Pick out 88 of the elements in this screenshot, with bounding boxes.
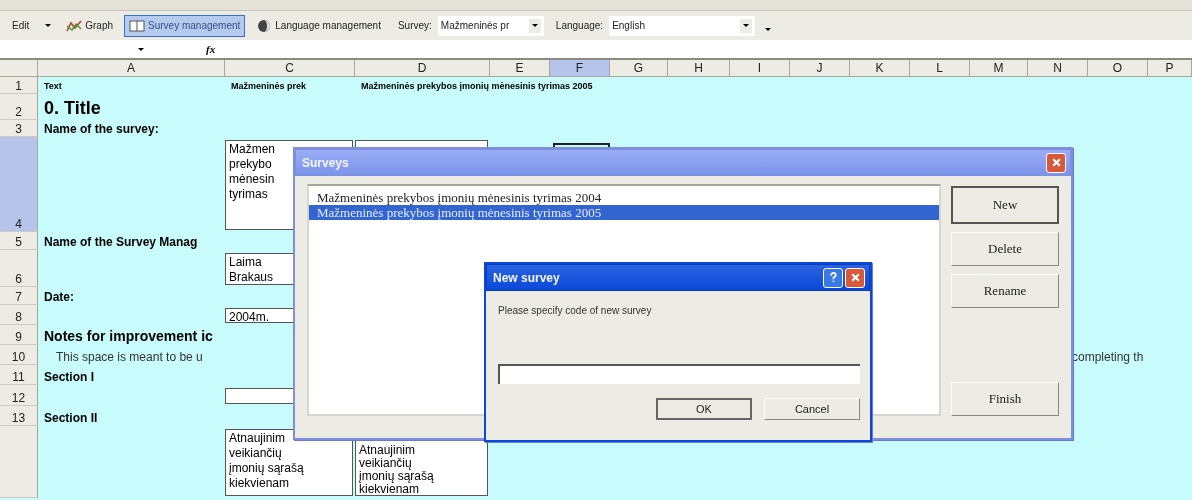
graph-button[interactable]: Graph [61,14,119,37]
caret-icon[interactable] [138,47,144,51]
cell-text: kiekvienam [229,476,290,491]
language-dropdown[interactable]: English [609,15,756,36]
cell-text: Name of the Survey Manag [43,234,199,250]
function-label[interactable]: fx [206,43,216,55]
combo-label: Survey: [397,20,432,31]
column-header[interactable]: I [730,60,790,77]
cell-text: veikiančių [229,446,282,461]
row-header[interactable]: 5 [0,232,38,250]
row-header[interactable]: 6 [0,250,38,287]
cancel-button[interactable]: Cancel [764,398,860,420]
row-header[interactable]: 11 [0,365,38,385]
cell-text: Section I [43,369,95,385]
cell-text: Text [43,80,63,93]
survey-management-button[interactable]: Survey management [124,14,246,37]
cell-text: 0. Title [43,97,102,120]
cell-text: Mažmeninės prekybos įmonių mėnesinis tyrimas 2005 [360,80,594,93]
cell-text: This space is meant to be u [55,349,204,365]
book-icon [129,18,146,33]
cell-text: tyrimas [229,187,268,202]
cell-text: Date: [43,289,75,305]
cell-text: Name of the survey: [43,121,160,137]
row-header[interactable]: 4 [0,137,38,232]
close-icon [1050,157,1062,168]
dialog-title: Surveys [302,155,350,170]
cell-text: kiekvienam [359,483,420,495]
column-header[interactable]: G [610,60,668,77]
row-header[interactable]: 8 [0,305,38,325]
language-management-button[interactable]: Language management [251,14,386,37]
caret-icon[interactable] [765,28,772,31]
column-header[interactable]: F [550,60,610,77]
column-header[interactable]: H [668,60,730,77]
help-button[interactable] [823,267,843,288]
cell-text: Mažmeninės prek [230,80,308,93]
ok-button[interactable]: OK [656,398,752,420]
chart-icon [66,18,83,33]
cell-text: mėnesin [229,172,275,187]
close-icon [849,272,861,283]
close-button[interactable] [1046,152,1066,173]
column-header[interactable]: O [1088,60,1148,77]
column-header[interactable]: P [1148,60,1192,77]
prompt-text: Please specify code of new survey [498,305,653,316]
cell-text: Section II [43,410,99,426]
row-header[interactable]: 10 [0,345,38,365]
code-input-field[interactable] [498,364,860,384]
row-header[interactable]: 3 [0,120,38,137]
row-header[interactable]: 1 [0,77,38,94]
column-header[interactable]: M [970,60,1028,77]
column-header[interactable]: E [490,60,550,77]
cell-text: prekybo [229,157,272,172]
cell-text: Atnaujinim [359,444,416,457]
cell-text: Mažmen [229,142,275,157]
cell-text: įmonių sąrašą [229,461,304,476]
cell-text: 2004m. [229,310,270,322]
row-header[interactable]: 13 [0,406,38,426]
column-header[interactable]: N [1028,60,1088,77]
survey-list-item[interactable]: Mažmeninės prekybos įmonių mėnesinis tyrimas 2004 [309,190,939,205]
column-header[interactable]: A [38,60,225,77]
cell-text: completing th [1072,349,1145,365]
dialog-title: New survey [493,270,561,285]
survey-list-item[interactable]: Mažmeninės prekybos įmonių mėnesinis tyrimas 2005 [309,205,939,220]
column-header[interactable]: K [850,60,910,77]
row-header[interactable]: 7 [0,287,38,305]
cell-text: Atnaujinim [229,431,286,446]
column-header[interactable]: C [225,60,355,77]
finish-button[interactable]: Finish [951,382,1059,416]
new-button[interactable]: New [951,186,1059,224]
close-button[interactable] [845,267,865,288]
column-header[interactable]: J [790,60,850,77]
combo-label: Language: [555,20,604,31]
cell-text: Brakaus [229,270,274,284]
survey-dropdown[interactable]: Mažmeninės pr [437,15,544,36]
row-header[interactable]: 9 [0,325,38,345]
row-header[interactable]: 2 [0,94,38,120]
column-header[interactable]: D [355,60,490,77]
rename-button[interactable]: Rename [951,274,1059,308]
cell-text: Laima [229,255,262,270]
edit-menu[interactable]: Edit [12,20,30,31]
cell-text: veikiančių [359,457,412,470]
row-header[interactable]: 12 [0,385,38,406]
cell-text: Notes for improvement ic [43,328,214,345]
delete-button[interactable]: Delete [951,232,1059,266]
column-header[interactable]: L [910,60,970,77]
globe-icon [256,18,273,33]
cell-text: įmonių sąrašą [359,470,434,483]
help-icon [827,272,839,283]
caret-icon[interactable] [45,24,52,27]
